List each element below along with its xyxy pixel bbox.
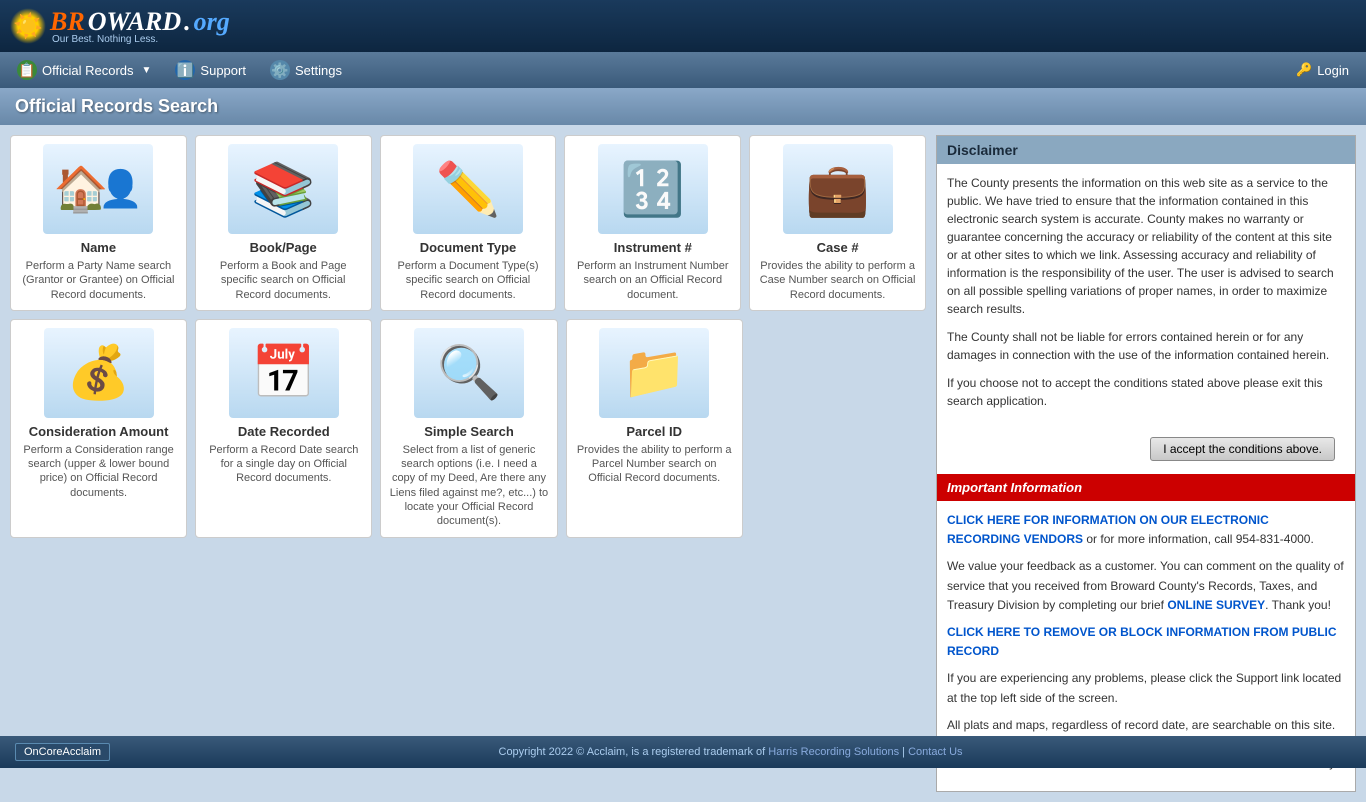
page-title: Official Records Search (15, 96, 1351, 117)
sun-icon: ☀️ (10, 8, 46, 44)
card-desc-book-page: Perform a Book and Page specific search … (204, 259, 363, 302)
card-title-name: Name (81, 240, 116, 255)
main-content: 🏠👤 Name Perform a Party Name search (Grant… (0, 125, 1366, 802)
card-title-instrument: Instrument # (614, 240, 692, 255)
card-consideration[interactable]: 💰 Consideration Amount Perform a Considera… (10, 319, 187, 538)
header: ☀️ BROWARD.org Our Best. Nothing Less. (0, 0, 1366, 52)
footer-left: OnCoreAcclaim (15, 743, 110, 761)
disclaimer-text-3: If you choose not to accept the conditio… (947, 374, 1345, 410)
card-title-parcel-id: Parcel ID (626, 424, 682, 439)
search-cards-row2: 💰 Consideration Amount Perform a Considera… (10, 319, 743, 538)
footer-center: Copyright 2022 © Acclaim, is a registere… (110, 746, 1351, 758)
navbar: 📋 Official Records ▼ ℹ️ Support ⚙️ Setti… (0, 52, 1366, 88)
page-title-bar: Official Records Search (0, 88, 1366, 125)
remove-block-link[interactable]: CLICK HERE TO REMOVE OR BLOCK INFORMATIO… (947, 625, 1337, 658)
disclaimer-text-1: The County presents the information on t… (947, 174, 1345, 318)
card-desc-instrument: Perform an Instrument Number search on a… (573, 259, 732, 302)
broward-logo: BROWARD.org Our Best. Nothing Less. (50, 7, 230, 45)
phone-text: or for more information, call 954-831-40… (1083, 532, 1314, 546)
harris-link[interactable]: Harris Recording Solutions (768, 746, 899, 758)
disclaimer-header: Disclaimer (937, 136, 1355, 164)
card-date-recorded[interactable]: 📅 Date Recorded Perform a Record Date sear… (195, 319, 372, 538)
nav-support[interactable]: ℹ️ Support (163, 52, 258, 88)
card-parcel-id[interactable]: 📁 Parcel ID Provides the ability to perfor… (566, 319, 743, 538)
left-panel: 🏠👤 Name Perform a Party Name search (Grant… (10, 135, 926, 792)
card-icon-case: 💼 (783, 144, 893, 234)
nav-settings[interactable]: ⚙️ Settings (258, 52, 354, 88)
card-name[interactable]: 🏠👤 Name Perform a Party Name search (Grant… (10, 135, 187, 311)
card-desc-date-recorded: Perform a Record Date search for a singl… (204, 443, 363, 486)
card-title-document-type: Document Type (420, 240, 517, 255)
online-survey-link[interactable]: ONLINE SURVEY (1167, 598, 1265, 612)
card-icon-instrument: 🔢 (598, 144, 708, 234)
search-cards-row1: 🏠👤 Name Perform a Party Name search (Grant… (10, 135, 926, 311)
card-title-consideration: Consideration Amount (29, 424, 169, 439)
card-icon-document-type: ✏️ (413, 144, 523, 234)
card-instrument[interactable]: 🔢 Instrument # Perform an Instrument Numbe… (564, 135, 741, 311)
card-icon-book-page: 📚 (228, 144, 338, 234)
card-icon-simple-search: 🔍 (414, 328, 524, 418)
card-title-case: Case # (817, 240, 859, 255)
support-icon: ℹ️ (175, 60, 195, 80)
contact-link[interactable]: Contact Us (908, 746, 962, 758)
settings-label: Settings (295, 63, 342, 78)
important-header: Important Information (937, 474, 1355, 501)
official-records-label: Official Records (42, 63, 134, 78)
logo-area: ☀️ BROWARD.org Our Best. Nothing Less. (10, 7, 230, 45)
official-records-icon: 📋 (17, 60, 37, 80)
logo-tagline: Our Best. Nothing Less. (52, 34, 230, 45)
support-label: Support (200, 63, 246, 78)
card-title-simple-search: Simple Search (424, 424, 514, 439)
chevron-down-icon: ▼ (142, 65, 152, 76)
card-title-date-recorded: Date Recorded (238, 424, 330, 439)
logo-org: org (194, 7, 230, 37)
disclaimer-body: The County presents the information on t… (937, 164, 1355, 424)
oncore-logo: OnCoreAcclaim (15, 743, 110, 761)
logo-dot: . (184, 7, 191, 37)
copyright-text: Copyright 2022 © Acclaim, is a registere… (499, 746, 769, 758)
card-desc-consideration: Perform a Consideration range search (up… (19, 443, 178, 500)
card-title-book-page: Book/Page (250, 240, 317, 255)
card-desc-parcel-id: Provides the ability to perform a Parcel… (575, 443, 734, 486)
card-desc-name: Perform a Party Name search (Grantor or … (19, 259, 178, 302)
nav-official-records[interactable]: 📋 Official Records ▼ (5, 52, 163, 88)
login-label: Login (1317, 63, 1349, 78)
card-desc-document-type: Perform a Document Type(s) specific sear… (389, 259, 548, 302)
support-text: If you are experiencing any problems, pl… (947, 669, 1345, 707)
card-desc-case: Provides the ability to perform a Case N… (758, 259, 917, 302)
card-desc-simple-search: Select from a list of generic search opt… (389, 443, 548, 529)
login-button[interactable]: 🔑 Login (1284, 62, 1361, 78)
logo-oward: OWARD (88, 7, 181, 37)
feedback-suffix: . Thank you! (1265, 598, 1331, 612)
card-icon-name: 🏠👤 (43, 144, 153, 234)
settings-icon: ⚙️ (270, 60, 290, 80)
card-simple-search[interactable]: 🔍 Simple Search Select from a list of gene… (380, 319, 557, 538)
card-book-page[interactable]: 📚 Book/Page Perform a Book and Page specif… (195, 135, 372, 311)
card-icon-parcel-id: 📁 (599, 328, 709, 418)
login-icon: 🔑 (1296, 62, 1312, 78)
footer-separator: | (899, 746, 908, 758)
card-icon-date-recorded: 📅 (229, 328, 339, 418)
card-document-type[interactable]: ✏️ Document Type Perform a Document Type(s… (380, 135, 557, 311)
right-panel: Disclaimer The County presents the infor… (936, 135, 1356, 792)
card-case[interactable]: 💼 Case # Provides the ability to perform a… (749, 135, 926, 311)
logo-br: BR (50, 7, 85, 37)
footer: OnCoreAcclaim Copyright 2022 © Acclaim, … (0, 736, 1366, 768)
card-icon-consideration: 💰 (44, 328, 154, 418)
accept-conditions-button[interactable]: I accept the conditions above. (1150, 437, 1335, 461)
disclaimer-text-2: The County shall not be liable for error… (947, 328, 1345, 364)
